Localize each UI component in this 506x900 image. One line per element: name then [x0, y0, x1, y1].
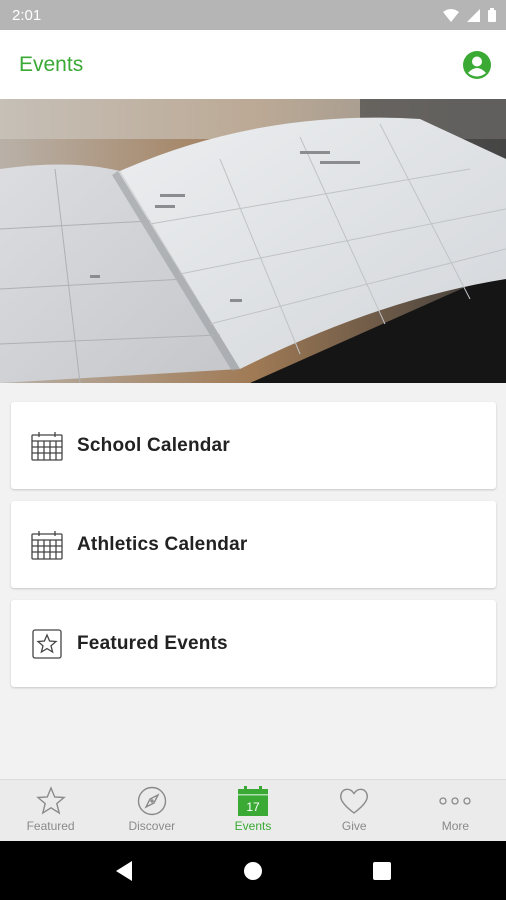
calendar-icon: [31, 529, 63, 561]
recents-square-icon: [372, 861, 391, 880]
battery-icon: [488, 8, 496, 22]
compass-icon: [137, 786, 166, 816]
nav-discover[interactable]: Discover: [101, 780, 202, 841]
athletics-calendar-item[interactable]: Athletics Calendar: [11, 501, 496, 588]
status-bar: 2:01: [0, 0, 506, 30]
nav-label: More: [441, 819, 470, 833]
star-box-icon: [31, 628, 63, 660]
heart-icon: [340, 788, 369, 814]
account-circle-icon: [463, 50, 491, 79]
school-calendar-item[interactable]: School Calendar: [11, 402, 496, 489]
hero-image: [0, 99, 506, 383]
calendar-icon: [31, 430, 63, 462]
back-triangle-icon: [116, 860, 133, 881]
recents-button[interactable]: [362, 851, 402, 891]
signal-icon: [467, 8, 480, 22]
status-time: 2:01: [12, 6, 42, 24]
planner-photo: [0, 99, 506, 383]
home-circle-icon: [243, 861, 262, 880]
app-bar: Events: [0, 30, 506, 99]
nav-give[interactable]: Give: [304, 780, 405, 841]
list-item-label: Athletics Calendar: [77, 533, 248, 555]
nav-label: Discover: [128, 819, 176, 833]
status-icons: [443, 8, 496, 22]
featured-events-item[interactable]: Featured Events: [11, 600, 496, 687]
nav-label: Give: [341, 819, 367, 833]
wifi-icon: [443, 8, 459, 22]
calendar-day-text: 17: [246, 800, 260, 814]
more-dots-icon: [439, 797, 472, 805]
profile-button[interactable]: [462, 50, 492, 80]
events-list: School Calendar Athletics Calendar Featu…: [11, 402, 496, 699]
list-item-label: School Calendar: [77, 434, 230, 456]
back-button[interactable]: [104, 851, 144, 891]
page-title: Events: [19, 52, 84, 76]
nav-label: Events: [234, 819, 272, 833]
nav-featured[interactable]: Featured: [0, 780, 101, 841]
star-icon: [35, 786, 66, 815]
bottom-navigation: Featured Discover 17 Events Give More: [0, 779, 506, 841]
nav-events[interactable]: 17 Events: [202, 780, 303, 841]
nav-more[interactable]: More: [405, 780, 506, 841]
calendar-17-icon: 17: [238, 786, 268, 816]
nav-label: Featured: [26, 819, 75, 833]
list-item-label: Featured Events: [77, 632, 228, 654]
system-navigation-bar: [0, 841, 506, 900]
home-button[interactable]: [233, 851, 273, 891]
